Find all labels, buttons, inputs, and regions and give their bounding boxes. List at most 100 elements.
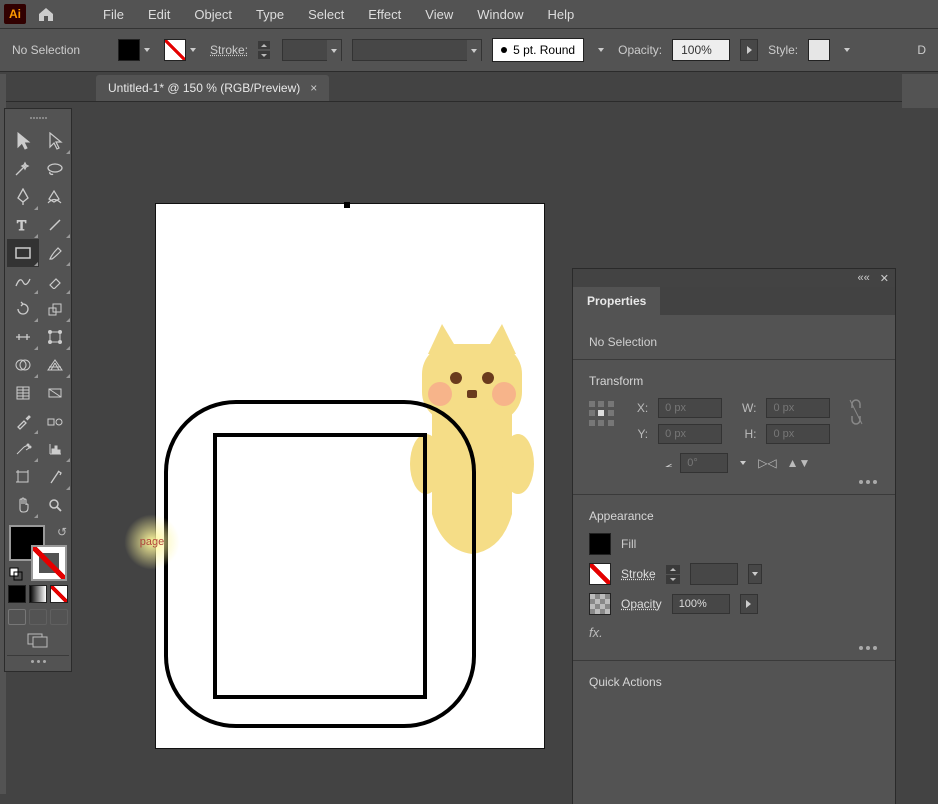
shape-builder-tool[interactable] [7, 351, 39, 379]
hand-tool[interactable] [7, 491, 39, 519]
appearance-fill-swatch[interactable] [589, 533, 611, 555]
appearance-stroke-dropdown[interactable] [748, 564, 762, 584]
appearance-stroke-stepper[interactable] [666, 565, 680, 584]
type-tool[interactable]: T [7, 211, 39, 239]
properties-tab[interactable]: Properties [573, 287, 660, 315]
blend-tool[interactable] [39, 407, 71, 435]
menu-select[interactable]: Select [297, 3, 355, 26]
brush-definition-dropdown[interactable] [594, 39, 608, 61]
rotate-tool[interactable] [7, 295, 39, 323]
edit-toolbar-icon[interactable] [7, 655, 69, 667]
none-mode-icon[interactable] [50, 585, 68, 603]
rotate-dropdown[interactable] [736, 452, 750, 474]
rotate-input[interactable]: 0° [680, 453, 728, 473]
zoom-tool[interactable] [39, 491, 71, 519]
gradient-mode-icon[interactable] [29, 585, 47, 603]
fill-swatch[interactable] [118, 39, 140, 61]
line-tool[interactable] [39, 211, 71, 239]
graphic-style-swatch[interactable] [808, 39, 830, 61]
appearance-more-icon[interactable] [591, 646, 877, 650]
panel-collapse-icon[interactable]: «« [858, 272, 870, 284]
stroke-weight-dropdown[interactable] [282, 39, 342, 61]
variable-width-profile[interactable] [352, 39, 482, 61]
menu-edit[interactable]: Edit [137, 3, 181, 26]
selection-tool[interactable] [7, 127, 39, 155]
opacity-value[interactable]: 100% [672, 39, 730, 61]
draw-behind-icon[interactable] [29, 609, 47, 625]
trailing-control[interactable]: D [917, 43, 926, 57]
flip-vertical-icon[interactable]: ▲▼ [787, 456, 811, 470]
eyedropper-tool[interactable] [7, 407, 39, 435]
brush-tool[interactable] [39, 239, 71, 267]
default-fill-stroke-icon[interactable] [9, 567, 23, 581]
stroke-weight-stepper[interactable] [258, 41, 272, 59]
h-input[interactable]: 0 px [766, 424, 830, 444]
screen-mode-icon[interactable] [7, 631, 69, 649]
panel-close-icon[interactable]: ✕ [880, 272, 889, 285]
workspace[interactable]: page «« ✕ Properties No Selection Transf… [80, 108, 938, 804]
menu-help[interactable]: Help [536, 3, 585, 26]
menu-type[interactable]: Type [245, 3, 295, 26]
perspective-grid-tool[interactable] [39, 351, 71, 379]
y-input[interactable]: 0 px [658, 424, 722, 444]
appearance-stroke-label[interactable]: Stroke [621, 567, 656, 581]
curvature-tool[interactable] [39, 183, 71, 211]
eraser-tool[interactable] [39, 267, 71, 295]
appearance-stroke-weight[interactable] [690, 563, 738, 585]
inner-rectangle-shape[interactable] [212, 432, 428, 700]
transform-more-icon[interactable] [591, 480, 877, 484]
document-tab[interactable]: Untitled-1* @ 150 % (RGB/Preview) × [96, 75, 329, 101]
magic-wand-tool[interactable] [7, 155, 39, 183]
draw-inside-icon[interactable] [50, 609, 68, 625]
direct-selection-tool[interactable] [39, 127, 71, 155]
reference-point-icon[interactable] [589, 401, 615, 427]
opacity-dropdown[interactable] [740, 39, 758, 61]
artboard-tool[interactable] [7, 463, 39, 491]
stroke-swatch-dropdown[interactable] [186, 39, 200, 61]
home-icon[interactable] [34, 2, 58, 26]
draw-normal-icon[interactable] [8, 609, 26, 625]
constrain-proportions-icon[interactable] [848, 398, 864, 429]
appearance-opacity-dropdown[interactable] [740, 594, 758, 614]
cursor-hint-label: page [140, 536, 164, 548]
slice-tool[interactable] [39, 463, 71, 491]
stroke-label[interactable]: Stroke: [210, 43, 248, 57]
swap-fill-stroke-icon[interactable]: ↺ [57, 525, 67, 539]
rectangle-tool[interactable] [7, 239, 39, 267]
artboard[interactable] [156, 204, 544, 748]
color-mode-icon[interactable] [8, 585, 26, 603]
shaper-tool[interactable] [7, 267, 39, 295]
close-tab-icon[interactable]: × [310, 81, 317, 95]
menu-view[interactable]: View [414, 3, 464, 26]
flip-horizontal-icon[interactable]: ▷◁ [758, 456, 776, 470]
scale-tool[interactable] [39, 295, 71, 323]
artboard-center-mark [344, 202, 350, 208]
stroke-color-icon[interactable] [31, 545, 67, 581]
graph-tool[interactable] [39, 435, 71, 463]
rotate-icon: ⦟ [665, 456, 672, 471]
graphic-style-dropdown[interactable] [840, 39, 854, 61]
symbol-sprayer-tool[interactable] [7, 435, 39, 463]
fill-swatch-dropdown[interactable] [140, 39, 154, 61]
appearance-opacity-value[interactable]: 100% [672, 594, 730, 614]
x-input[interactable]: 0 px [658, 398, 722, 418]
fill-stroke-control[interactable]: ↺ [9, 525, 67, 581]
gradient-tool[interactable] [39, 379, 71, 407]
menu-window[interactable]: Window [466, 3, 534, 26]
appearance-opacity-label[interactable]: Opacity [621, 597, 662, 611]
w-input[interactable]: 0 px [766, 398, 830, 418]
stroke-swatch[interactable] [164, 39, 186, 61]
pen-tool[interactable] [7, 183, 39, 211]
appearance-stroke-swatch[interactable] [589, 563, 611, 585]
fx-label[interactable]: fx. [589, 625, 879, 640]
mesh-tool[interactable] [7, 379, 39, 407]
brush-definition[interactable]: 5 pt. Round [492, 38, 584, 62]
menu-effect[interactable]: Effect [357, 3, 412, 26]
menu-object[interactable]: Object [183, 3, 243, 26]
free-transform-tool[interactable] [39, 323, 71, 351]
menu-file[interactable]: File [92, 3, 135, 26]
appearance-opacity-swatch[interactable] [589, 593, 611, 615]
width-tool[interactable] [7, 323, 39, 351]
lasso-tool[interactable] [39, 155, 71, 183]
toolbox-grip[interactable] [7, 113, 69, 123]
